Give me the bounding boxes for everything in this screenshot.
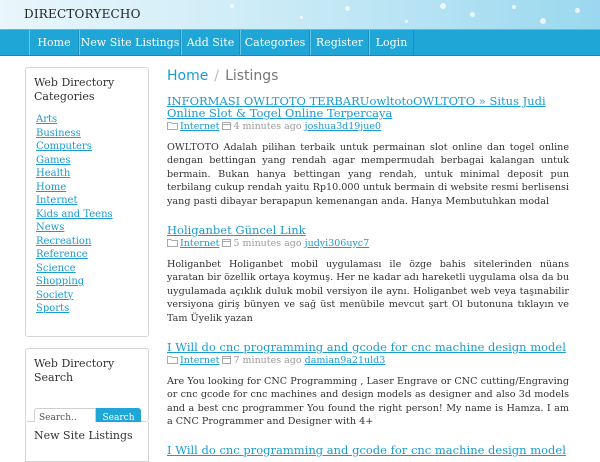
listing-title[interactable]: I Will do cnc programming and gcode for …: [167, 444, 569, 456]
listing-time: 5 minutes ago: [233, 238, 302, 249]
new-listings-panel: New Site Listings: [25, 422, 149, 462]
folder-icon: [167, 121, 178, 134]
listing-category-link[interactable]: Internet: [180, 121, 219, 132]
search-panel: Web Directory Search Search.. Search: [25, 348, 149, 428]
nav-register[interactable]: Register: [310, 30, 369, 55]
decor-bubble: [440, 3, 446, 9]
breadcrumb-current: Listings: [225, 68, 279, 84]
category-link-reference[interactable]: Reference: [36, 248, 113, 262]
category-list: Arts Business Computers Games Health Hom…: [36, 113, 113, 316]
breadcrumb: Home / Listings: [167, 67, 278, 85]
listing-item: INFORMASI OWLTOTO TERBARUowltotoOWLTOTO …: [167, 95, 569, 208]
decor-bubble: [470, 12, 475, 17]
decor-bubble: [345, 6, 350, 11]
decor-bubble: [230, 4, 234, 8]
category-link-kids-and-teens[interactable]: Kids and Teens: [36, 208, 113, 222]
listing-user-link[interactable]: damian9a21uld3: [305, 355, 386, 366]
category-link-games[interactable]: Games: [36, 154, 113, 168]
category-link-shopping[interactable]: Shopping: [36, 275, 113, 289]
decor-bubble: [575, 8, 580, 13]
category-link-news[interactable]: News: [36, 221, 113, 235]
folder-icon: [167, 355, 178, 368]
category-link-arts[interactable]: Arts: [36, 113, 113, 127]
listing-meta: Internet 5 minutes ago judyi306uyc7: [167, 238, 569, 251]
folder-icon: [167, 238, 178, 251]
listing-item: I Will do cnc programming and gcode for …: [167, 444, 569, 456]
listing-time: 4 minutes ago: [233, 121, 302, 132]
decor-bubble: [405, 20, 408, 23]
listing-time: 7 minutes ago: [233, 355, 302, 366]
breadcrumb-home[interactable]: Home: [167, 68, 208, 84]
category-link-health[interactable]: Health: [36, 167, 113, 181]
decor-bubble: [540, 18, 546, 24]
category-link-recreation[interactable]: Recreation: [36, 235, 113, 249]
decor-bubble: [512, 5, 516, 9]
categories-title: Web Directory Categories: [34, 76, 115, 103]
listing-category-link[interactable]: Internet: [180, 355, 219, 366]
nav-home[interactable]: Home: [29, 30, 79, 55]
search-title: Web Directory Search: [34, 357, 115, 384]
new-listings-title: New Site Listings: [34, 429, 133, 442]
listing-item: I Will do cnc programming and gcode for …: [167, 341, 569, 429]
listing-category-link[interactable]: Internet: [180, 238, 219, 249]
categories-panel: Web Directory Categories Arts Business C…: [25, 67, 149, 337]
category-link-society[interactable]: Society: [36, 289, 113, 303]
category-link-internet[interactable]: Internet: [36, 194, 113, 208]
decor-bubble: [300, 16, 303, 19]
listing-user-link[interactable]: joshua3d19jue0: [305, 121, 381, 132]
category-link-computers[interactable]: Computers: [36, 140, 113, 154]
nav-categories[interactable]: Categories: [240, 30, 310, 55]
category-link-home[interactable]: Home: [36, 181, 113, 195]
listing-user-link[interactable]: judyi306uyc7: [305, 238, 370, 249]
listing-title[interactable]: I Will do cnc programming and gcode for …: [167, 341, 569, 353]
category-link-sports[interactable]: Sports: [36, 302, 113, 316]
listing-meta: Internet 4 minutes ago joshua3d19jue0: [167, 121, 569, 134]
nav-add-site[interactable]: Add Site: [181, 30, 240, 55]
listing-meta: Internet 7 minutes ago damian9a21uld3: [167, 355, 569, 368]
calendar-icon: [222, 121, 232, 134]
calendar-icon: [222, 238, 232, 251]
main-nav: Home New Site Listings Add Site Categori…: [0, 29, 600, 56]
calendar-icon: [222, 355, 232, 368]
category-link-science[interactable]: Science: [36, 262, 113, 276]
category-link-business[interactable]: Business: [36, 127, 113, 141]
listing-description: OWLTOTO Adalah pilihan terbaik untuk per…: [167, 142, 569, 207]
nav-new-site-listings[interactable]: New Site Listings: [79, 30, 181, 55]
listing-description: Are You looking for CNC Programming , La…: [167, 376, 569, 428]
listing-title[interactable]: INFORMASI OWLTOTO TERBARUowltotoOWLTOTO …: [167, 95, 569, 119]
listing-description: Holiganbet Holiganbet mobil uygulaması i…: [167, 259, 569, 324]
listing-title[interactable]: Holiganbet Güncel Link: [167, 224, 569, 236]
listing-item: Holiganbet Güncel Link Internet 5 minute…: [167, 224, 569, 325]
header-banner: DIRECTORYECHO: [0, 0, 600, 29]
nav-login[interactable]: Login: [369, 30, 414, 55]
breadcrumb-separator: /: [214, 68, 220, 84]
site-logo[interactable]: DIRECTORYECHO: [24, 7, 141, 21]
